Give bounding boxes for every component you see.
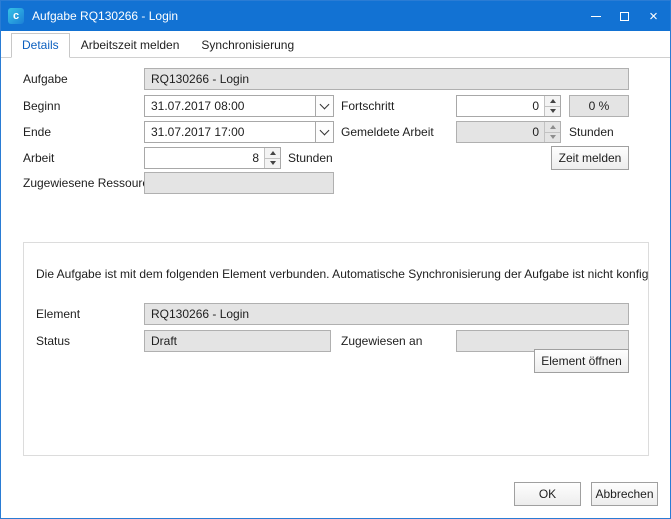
aufgabe-field: RQ130266 - Login — [144, 68, 629, 90]
titlebar[interactable]: c Aufgabe RQ130266 - Login × — [1, 1, 670, 31]
ende-combobox[interactable]: 31.07.2017 17:00 — [144, 121, 334, 143]
status-label: Status — [36, 330, 70, 352]
minimize-button[interactable] — [581, 1, 610, 31]
tab-synchronisierung[interactable]: Synchronisierung — [190, 33, 305, 58]
spin-down-icon — [270, 161, 276, 165]
zugewiesene-ressource-field — [144, 172, 334, 194]
chevron-down-icon — [320, 99, 330, 109]
ende-value: 31.07.2017 17:00 — [145, 125, 315, 139]
beginn-value: 31.07.2017 08:00 — [145, 99, 315, 113]
close-icon: × — [649, 9, 658, 24]
minimize-icon — [591, 16, 601, 17]
window-controls: × — [581, 1, 668, 31]
arbeit-label: Arbeit — [23, 147, 54, 169]
spin-up-button[interactable] — [265, 148, 280, 158]
spin-up-icon — [550, 99, 556, 103]
spin-down-button — [545, 132, 560, 143]
spin-down-button[interactable] — [545, 106, 560, 117]
arbeit-spin-buttons — [264, 148, 280, 168]
gemeldete-arbeit-spin-buttons — [544, 122, 560, 142]
window-title: Aufgabe RQ130266 - Login — [32, 9, 178, 23]
aufgabe-value: RQ130266 - Login — [145, 72, 628, 86]
cancel-button[interactable]: Abbrechen — [591, 482, 658, 506]
beginn-label: Beginn — [23, 95, 60, 117]
element-oeffnen-button[interactable]: Element öffnen — [534, 349, 629, 373]
spin-down-icon — [550, 135, 556, 139]
tab-bar: Details Arbeitszeit melden Synchronisier… — [1, 31, 670, 58]
arbeit-unit-label: Stunden — [288, 147, 333, 169]
fortschritt-spinner[interactable]: 0 — [456, 95, 561, 117]
gemeldete-arbeit-spinner: 0 — [456, 121, 561, 143]
spin-down-icon — [550, 109, 556, 113]
close-button[interactable]: × — [639, 1, 668, 31]
spin-up-button — [545, 122, 560, 132]
spin-down-button[interactable] — [265, 158, 280, 169]
fortschritt-percent-field: 0 % — [569, 95, 629, 117]
zeit-melden-button[interactable]: Zeit melden — [551, 146, 629, 170]
arbeit-spinner[interactable]: 8 — [144, 147, 281, 169]
maximize-icon — [620, 12, 629, 21]
ok-button[interactable]: OK — [514, 482, 581, 506]
zugewiesen-an-label: Zugewiesen an — [341, 330, 422, 352]
aufgabe-label: Aufgabe — [23, 68, 68, 90]
fortschritt-label: Fortschritt — [341, 95, 394, 117]
maximize-button[interactable] — [610, 1, 639, 31]
dialog-window: c Aufgabe RQ130266 - Login × Details Arb… — [0, 0, 671, 519]
element-label: Element — [36, 303, 80, 325]
spin-up-icon — [550, 125, 556, 129]
ende-dropdown-button[interactable] — [315, 122, 333, 142]
arbeit-value: 8 — [145, 151, 264, 165]
fortschritt-value: 0 — [457, 99, 544, 113]
gemeldete-arbeit-label: Gemeldete Arbeit — [341, 121, 434, 143]
tab-details[interactable]: Details — [11, 33, 70, 58]
status-field: Draft — [144, 330, 331, 352]
gemeldete-arbeit-unit-label: Stunden — [569, 121, 614, 143]
fortschritt-percent-value: 0 % — [570, 99, 628, 113]
chevron-down-icon — [320, 125, 330, 135]
element-field: RQ130266 - Login — [144, 303, 629, 325]
ende-label: Ende — [23, 121, 51, 143]
element-value: RQ130266 - Login — [145, 307, 628, 321]
spin-up-button[interactable] — [545, 96, 560, 106]
fortschritt-spin-buttons — [544, 96, 560, 116]
beginn-dropdown-button[interactable] — [315, 96, 333, 116]
app-icon: c — [8, 8, 24, 24]
beginn-combobox[interactable]: 31.07.2017 08:00 — [144, 95, 334, 117]
sync-info-text: Die Aufgabe ist mit dem folgenden Elemen… — [36, 267, 649, 281]
gemeldete-arbeit-value: 0 — [457, 125, 544, 139]
tab-arbeitszeit-melden[interactable]: Arbeitszeit melden — [70, 33, 191, 58]
zugewiesene-ressource-label: Zugewiesene Ressource — [23, 172, 155, 194]
spin-up-icon — [270, 151, 276, 155]
status-value: Draft — [145, 334, 330, 348]
